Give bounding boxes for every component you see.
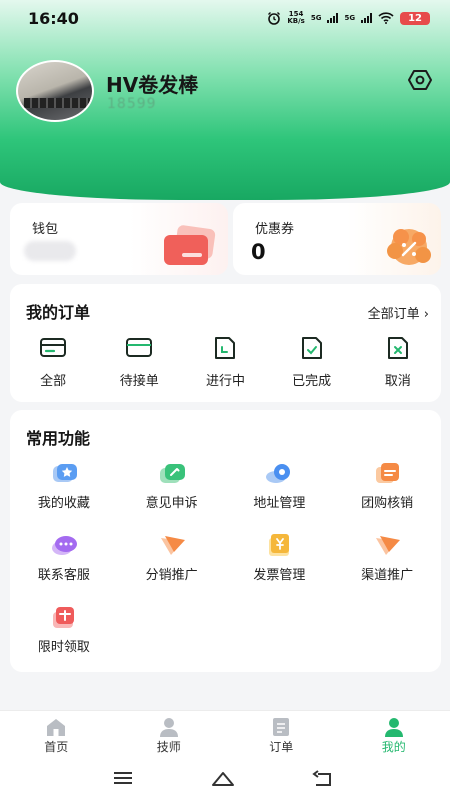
wallet-card[interactable]: 钱包	[10, 203, 228, 275]
alarm-icon	[268, 12, 281, 25]
signal-label-2: 5G	[344, 14, 356, 22]
back-icon[interactable]	[312, 770, 334, 788]
feature-customer-service-button[interactable]: 联系客服	[10, 530, 118, 602]
document-check-icon	[301, 337, 322, 359]
order-all-button[interactable]: 全部	[10, 336, 96, 389]
order-status-grid: 全部 待接单 进行中 已完成 取消	[10, 336, 441, 389]
card-icon	[40, 338, 67, 357]
status-icons: 154 KB/s 5G 5G 12	[267, 11, 430, 25]
coupon-card[interactable]: 优惠券 0	[233, 203, 441, 275]
document-cancel-icon	[387, 337, 408, 359]
feature-feedback-label: 意见申诉	[145, 496, 198, 511]
feature-address-button[interactable]: 地址管理	[226, 458, 334, 530]
card-outline-icon	[126, 338, 153, 357]
orders-section: 我的订单 全部订单 › 全部 待接单 进行中 已完成 取消	[10, 284, 441, 402]
feature-distribution-label: 分销推广	[145, 568, 198, 583]
tab-technician-label: 技师	[156, 740, 181, 754]
tab-profile-label: 我的	[381, 740, 406, 754]
feature-invoice-label: 发票管理	[253, 568, 306, 583]
order-pending-label: 待接单	[119, 374, 159, 389]
feedback-icon	[159, 464, 185, 483]
system-nav-bar	[0, 760, 450, 800]
order-completed-label: 已完成	[292, 374, 332, 389]
wifi-icon	[378, 12, 394, 24]
feature-group-buy-button[interactable]: 团购核销	[333, 458, 441, 530]
home-nav-icon[interactable]	[211, 770, 235, 788]
feature-favorites-button[interactable]: 我的收藏	[10, 458, 118, 530]
coupon-count: 0	[251, 240, 266, 264]
features-section: 常用功能 我的收藏 意见申诉 地址管理 团购核销 联系客服 分销推广 发票管理	[10, 410, 441, 672]
user-phone: 18599	[107, 96, 222, 112]
limited-gift-icon	[52, 607, 74, 628]
feature-channel-label: 渠道推广	[361, 568, 414, 583]
user-name: HV卷发棒	[106, 73, 199, 97]
order-in-progress-button[interactable]: 进行中	[182, 336, 268, 389]
technician-icon	[159, 718, 178, 737]
coupon-label: 优惠券	[255, 222, 295, 237]
net-speed-unit: KB/s	[287, 17, 305, 25]
feature-distribution-button[interactable]: 分销推广	[118, 530, 226, 602]
tab-orders-label: 订单	[269, 740, 294, 754]
distribution-icon	[160, 536, 185, 555]
status-bar: 16:40 154 KB/s 5G 5G 12	[0, 0, 450, 36]
order-cancelled-label: 取消	[384, 374, 411, 389]
settings-icon[interactable]	[408, 69, 432, 91]
feature-favorites-label: 我的收藏	[37, 496, 90, 511]
bottom-tab-bar: 首页 技师 订单 我的	[0, 710, 450, 760]
status-time: 16:40	[28, 9, 79, 28]
orders-title: 我的订单	[26, 303, 91, 322]
tab-orders[interactable]: 订单	[225, 711, 338, 760]
invoice-icon	[269, 534, 290, 556]
tab-home[interactable]: 首页	[0, 711, 113, 760]
feature-feedback-button[interactable]: 意见申诉	[118, 458, 226, 530]
order-completed-button[interactable]: 已完成	[269, 336, 355, 389]
home-icon	[47, 719, 66, 736]
wallet-icon	[164, 225, 216, 265]
feature-address-label: 地址管理	[253, 496, 306, 511]
favorite-icon	[52, 464, 77, 482]
order-all-label: 全部	[40, 374, 67, 389]
feature-group-buy-label: 团购核销	[361, 496, 414, 511]
menu-icon[interactable]	[113, 770, 133, 786]
wallet-label: 钱包	[32, 222, 59, 237]
channel-icon	[376, 536, 401, 555]
avatar[interactable]	[16, 60, 94, 122]
net-speed: 154 KB/s	[287, 11, 304, 25]
signal-label-1: 5G	[310, 14, 322, 22]
order-pending-button[interactable]: 待接单	[96, 336, 182, 389]
signal-bars-1-icon	[327, 13, 339, 23]
feature-limited-gift-button[interactable]: 限时领取	[10, 602, 118, 674]
coupon-icon	[387, 229, 431, 265]
tab-profile[interactable]: 我的	[338, 711, 450, 760]
group-buy-icon	[376, 463, 400, 483]
order-in-progress-label: 进行中	[205, 374, 245, 389]
order-cancelled-button[interactable]: 取消	[355, 336, 441, 389]
tab-home-label: 首页	[44, 740, 69, 754]
feature-channel-button[interactable]: 渠道推广	[333, 530, 441, 602]
feature-customer-service-label: 联系客服	[37, 568, 90, 583]
profile-header: 16:40 154 KB/s 5G 5G 12 HV卷发棒 18599	[0, 0, 450, 200]
features-title: 常用功能	[26, 429, 91, 448]
order-icon	[273, 718, 290, 736]
customer-service-icon	[51, 536, 77, 555]
address-icon	[266, 464, 291, 483]
signal-bars-2-icon	[361, 13, 373, 23]
document-progress-icon	[215, 337, 236, 359]
feature-invoice-button[interactable]: 发票管理	[226, 530, 334, 602]
profile-icon	[384, 718, 403, 737]
tab-technician[interactable]: 技师	[113, 711, 226, 760]
features-grid: 我的收藏 意见申诉 地址管理 团购核销 联系客服 分销推广 发票管理 渠道推广	[10, 458, 441, 674]
all-orders-link[interactable]: 全部订单 ›	[368, 303, 429, 322]
battery-indicator: 12	[400, 11, 430, 25]
feature-limited-gift-label: 限时领取	[37, 640, 90, 655]
wallet-balance	[24, 241, 76, 261]
